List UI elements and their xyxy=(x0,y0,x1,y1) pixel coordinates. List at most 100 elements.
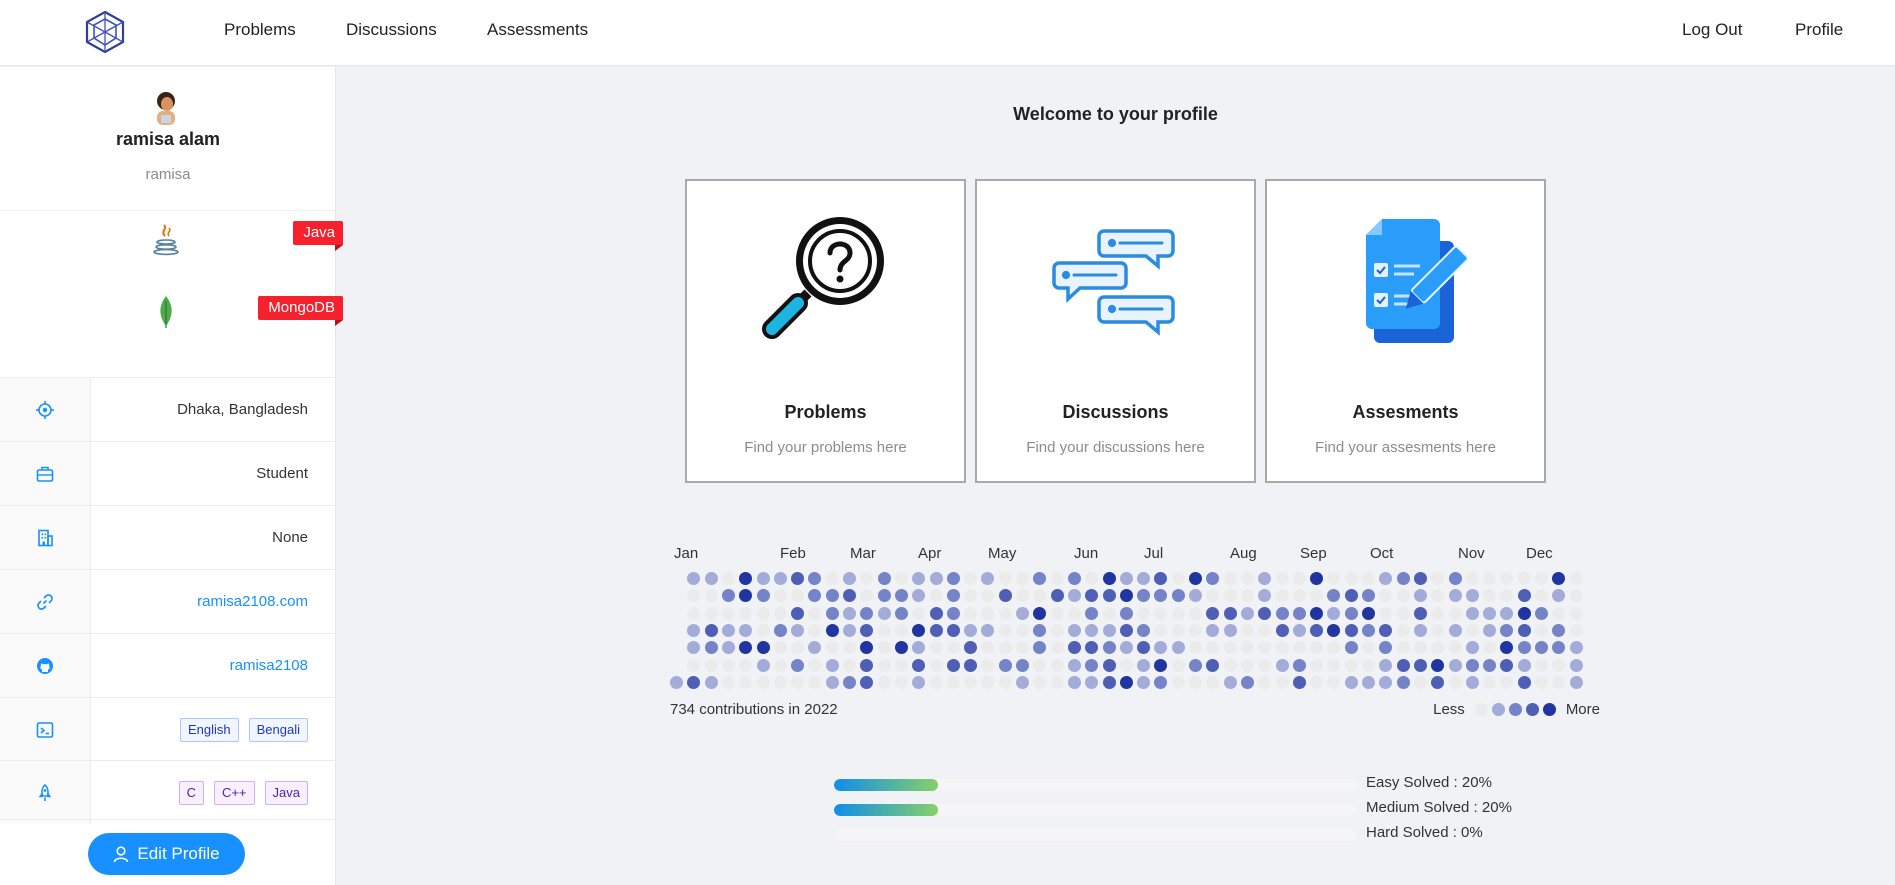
heatmap-cell xyxy=(894,623,908,637)
heatmap-cell xyxy=(1016,658,1029,672)
nav-assessments[interactable]: Assessments xyxy=(487,20,588,40)
heatmap-cell xyxy=(1483,606,1497,620)
heatmap-cell xyxy=(1431,623,1445,637)
heatmap-cell xyxy=(1258,606,1272,620)
heatmap-cell xyxy=(1258,641,1272,655)
spoken-languages-tags: English Bengali xyxy=(170,698,308,761)
month-label: Nov xyxy=(1458,545,1485,562)
heatmap-cell xyxy=(1362,623,1375,637)
heatmap-cell xyxy=(1517,675,1531,689)
heatmap-cell xyxy=(1240,658,1254,672)
link-icon xyxy=(37,593,53,610)
website-link[interactable]: ramisa2108.com xyxy=(197,570,308,633)
heatmap-cell xyxy=(929,675,943,689)
heatmap-cell xyxy=(825,658,839,672)
heatmap-cell xyxy=(1535,623,1548,637)
avatar xyxy=(157,92,175,125)
info-row-spoken-languages: English Bengali xyxy=(0,697,336,761)
nav-discussions[interactable]: Discussions xyxy=(346,20,437,40)
heatmap-cell xyxy=(1431,572,1445,585)
heatmap-cell xyxy=(1569,641,1583,655)
card-title: Assesments xyxy=(1352,402,1459,422)
nav-profile[interactable]: Profile xyxy=(1795,20,1843,40)
heatmap-cell xyxy=(773,641,787,655)
heatmap-cell xyxy=(1033,658,1047,672)
heatmap-cell xyxy=(1500,589,1514,603)
heatmap-cell xyxy=(843,606,856,620)
github-link[interactable]: ramisa2108 xyxy=(230,634,308,697)
location-target-icon xyxy=(36,400,54,419)
heatmap-cell xyxy=(1535,589,1548,603)
heatmap-cell xyxy=(1310,641,1324,655)
heatmap-cell xyxy=(1275,623,1289,637)
assessments-card[interactable]: Assesments Find your assesments here xyxy=(1265,179,1546,483)
legend-dot xyxy=(1508,703,1522,716)
heatmap-cell xyxy=(1431,675,1445,689)
heatmap-cell xyxy=(1119,675,1133,689)
heatmap-cell xyxy=(912,606,926,620)
heatmap-cell xyxy=(739,623,753,637)
hard-progress: Hard Solved : 0% xyxy=(834,824,1483,844)
building-icon xyxy=(38,529,53,546)
heatmap-cell xyxy=(912,641,926,655)
programming-language-tag: C xyxy=(178,780,204,805)
heatmap-cell xyxy=(1137,641,1151,655)
heatmap-cell xyxy=(1189,572,1202,585)
heatmap-cell xyxy=(1500,606,1514,620)
heatmap-cell xyxy=(825,606,839,620)
nav-logout[interactable]: Log Out xyxy=(1682,20,1743,40)
cube-logo-icon[interactable] xyxy=(84,10,126,54)
heatmap-cell xyxy=(964,675,978,689)
heatmap-cell xyxy=(1275,641,1289,655)
heatmap-cell xyxy=(756,623,770,637)
heatmap-cell xyxy=(1189,641,1202,655)
heatmap-cell xyxy=(773,589,787,603)
info-row-occupation: Student xyxy=(0,441,336,505)
heatmap-cell xyxy=(1050,641,1064,655)
heatmap-cell xyxy=(756,658,770,672)
heatmap-cell xyxy=(1483,675,1497,689)
heatmap-cell xyxy=(1275,658,1289,672)
heatmap-cell xyxy=(1085,641,1099,655)
discussions-card[interactable]: Discussions Find your discussions here xyxy=(975,179,1256,483)
heatmap-cell xyxy=(1223,641,1237,655)
heatmap-cell xyxy=(1050,606,1064,620)
heatmap-cell xyxy=(1119,572,1133,585)
heatmap-cell xyxy=(1171,658,1185,672)
heatmap-cell xyxy=(1154,572,1168,585)
heatmap-cell xyxy=(1292,572,1306,585)
heatmap-cell xyxy=(1154,623,1168,637)
heatmap-cell xyxy=(929,623,943,637)
heatmap-cell xyxy=(1517,606,1531,620)
heatmap-cell xyxy=(1448,641,1462,655)
contribution-heatmap: Jan Feb Mar Apr May Jun Jul Aug Sep Oct … xyxy=(670,545,1600,725)
progress-label: Hard Solved : 0% xyxy=(1366,824,1483,841)
heatmap-cell xyxy=(1344,589,1358,603)
heatmap-cell xyxy=(998,641,1012,655)
edit-profile-button[interactable]: Edit Profile xyxy=(88,833,245,875)
heatmap-cell xyxy=(687,641,701,655)
problems-card[interactable]: Problems Find your problems here xyxy=(685,179,966,483)
programming-language-tag: Java xyxy=(264,780,308,805)
heatmap-cell xyxy=(929,641,943,655)
heatmap-cell xyxy=(1483,623,1497,637)
heatmap-cell xyxy=(1552,641,1566,655)
heatmap-cell xyxy=(1344,606,1358,620)
heatmap-cell xyxy=(1292,589,1306,603)
heatmap-cell xyxy=(1413,675,1427,689)
month-label: Sep xyxy=(1300,545,1327,562)
heatmap-cell xyxy=(998,658,1012,672)
heatmap-cell xyxy=(670,675,683,689)
heatmap-cell xyxy=(860,623,874,637)
heatmap-cell xyxy=(964,641,978,655)
heatmap-cell xyxy=(687,658,701,672)
heatmap-cell xyxy=(929,658,943,672)
heatmap-cell xyxy=(1016,623,1029,637)
nav-problems[interactable]: Problems xyxy=(224,20,296,40)
heatmap-cell xyxy=(912,675,926,689)
heatmap-cell xyxy=(946,623,960,637)
heatmap-cell xyxy=(808,623,822,637)
heatmap-cell xyxy=(1465,606,1479,620)
heatmap-cell xyxy=(946,572,960,585)
heatmap-cell xyxy=(1033,675,1047,689)
